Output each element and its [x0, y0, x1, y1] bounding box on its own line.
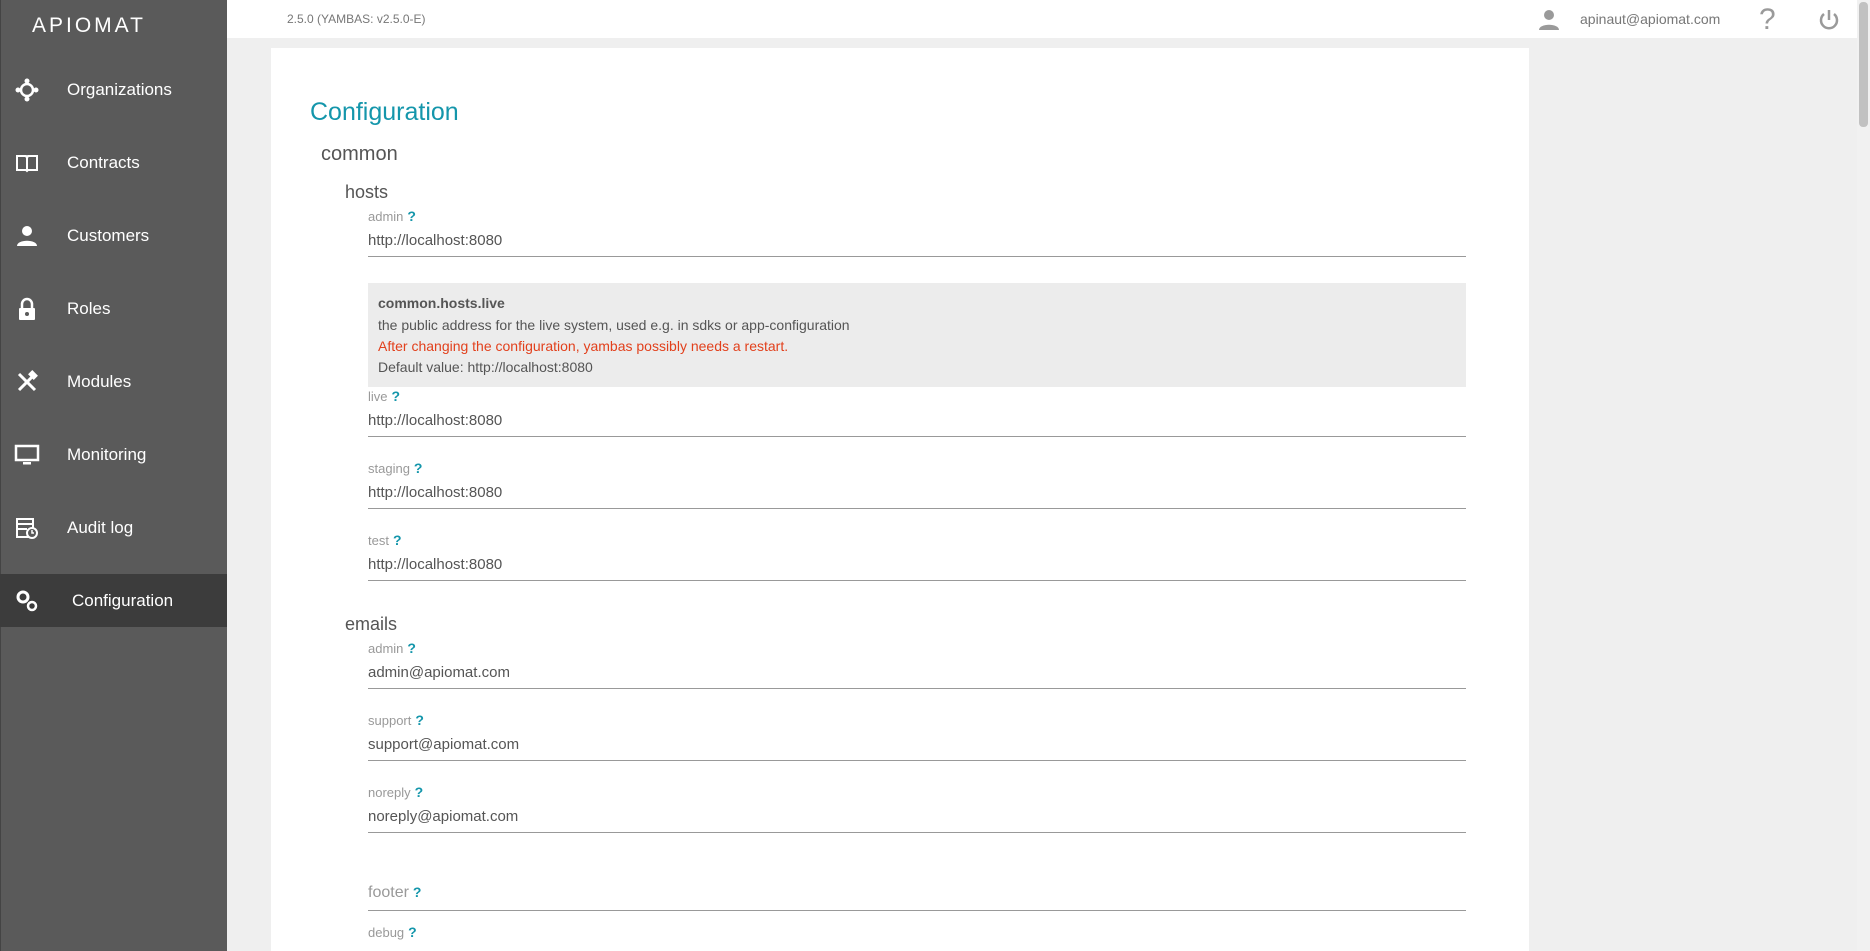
- tooltip-description: the public address for the live system, …: [378, 317, 850, 333]
- user-icon[interactable]: [1537, 8, 1561, 32]
- svg-text:APIOMAT: APIOMAT: [32, 14, 146, 36]
- sidebar-item-roles[interactable]: Roles: [0, 282, 227, 335]
- sidebar-item-configuration[interactable]: Configuration: [0, 574, 227, 627]
- apiomat-logo-icon: APIOMAT: [32, 14, 146, 37]
- field-hosts-staging: staging? http://localhost:8080: [368, 460, 1466, 509]
- field-label: footer: [368, 884, 409, 901]
- sidebar: APIOMAT Organizations Contracts Customer…: [0, 0, 227, 951]
- help-icon[interactable]: ?: [407, 208, 416, 224]
- help-icon[interactable]: ?: [413, 884, 422, 900]
- help-icon[interactable]: ?: [415, 712, 424, 728]
- monitor-icon: [14, 442, 40, 468]
- page-title: Configuration: [310, 98, 459, 126]
- field-label: debug: [368, 925, 405, 940]
- top-bar: 2.5.0 (YAMBAS: v2.5.0-E) apinaut@apiomat…: [227, 0, 1857, 38]
- field-label: test: [368, 533, 389, 548]
- field-emails-noreply: noreply? noreply@apiomat.com: [368, 784, 1466, 833]
- group-title-emails: emails: [345, 614, 398, 634]
- help-icon[interactable]: ?: [1759, 3, 1776, 37]
- sidebar-item-monitoring[interactable]: Monitoring: [0, 428, 227, 481]
- book-icon: [14, 150, 40, 176]
- help-icon[interactable]: ?: [415, 784, 424, 800]
- sidebar-item-label: Configuration: [72, 590, 174, 610]
- sidebar-item-organizations[interactable]: Organizations: [0, 63, 227, 116]
- sidebar-item-label: Audit log: [67, 517, 134, 537]
- version-label: 2.5.0 (YAMBAS: v2.5.0-E): [287, 12, 426, 26]
- field-label: admin: [368, 641, 404, 656]
- tooltip-default: Default value: http://localhost:8080: [378, 359, 593, 375]
- sidebar-item-modules[interactable]: Modules: [0, 355, 227, 408]
- field-hosts-live: live? http://localhost:8080: [368, 388, 1466, 437]
- sidebar-item-customers[interactable]: Customers: [0, 209, 227, 262]
- page-scrollbar[interactable]: [1857, 0, 1870, 951]
- apiomat-logo[interactable]: APIOMAT: [32, 12, 162, 37]
- hosts-live-input[interactable]: http://localhost:8080: [368, 406, 1466, 437]
- lock-icon: [14, 296, 40, 322]
- field-label: support: [368, 713, 412, 728]
- sidebar-item-label: Contracts: [67, 152, 140, 172]
- emails-admin-input[interactable]: admin@apiomat.com: [368, 658, 1466, 689]
- sidebar-item-label: Modules: [67, 371, 132, 391]
- help-icon[interactable]: ?: [408, 924, 417, 940]
- field-emails-admin: admin? admin@apiomat.com: [368, 640, 1466, 689]
- help-icon[interactable]: ?: [407, 640, 416, 656]
- help-icon[interactable]: ?: [393, 532, 402, 548]
- tooltip-title: common.hosts.live: [378, 295, 505, 311]
- organizations-icon: [14, 77, 40, 103]
- tools-icon: [14, 369, 40, 395]
- hosts-staging-input[interactable]: http://localhost:8080: [368, 478, 1466, 509]
- scrollbar-thumb[interactable]: [1859, 2, 1868, 127]
- sidebar-item-label: Roles: [67, 298, 111, 318]
- configuration-panel: Configuration common hosts admin? http:/…: [271, 48, 1529, 951]
- hosts-admin-input[interactable]: http://localhost:8080: [368, 226, 1466, 257]
- sidebar-item-label: Customers: [67, 225, 150, 245]
- field-label: live: [368, 389, 388, 404]
- audit-log-icon: [14, 515, 40, 541]
- tooltip-warning: After changing the configuration, yambas…: [378, 338, 789, 354]
- field-label: admin: [368, 209, 404, 224]
- logout-power-icon[interactable]: [1817, 8, 1841, 32]
- sidebar-item-label: Monitoring: [67, 444, 147, 464]
- emails-noreply-input[interactable]: noreply@apiomat.com: [368, 802, 1466, 833]
- field-label: noreply: [368, 785, 411, 800]
- sidebar-item-audit-log[interactable]: Audit log: [0, 501, 227, 554]
- field-hosts-admin: admin? http://localhost:8080: [368, 208, 1466, 257]
- person-icon: [14, 223, 40, 249]
- field-debug: debug?: [368, 924, 1466, 942]
- sidebar-item-contracts[interactable]: Contracts: [0, 136, 227, 189]
- emails-support-input[interactable]: support@apiomat.com: [368, 730, 1466, 761]
- help-icon[interactable]: ?: [414, 460, 423, 476]
- help-icon[interactable]: ?: [392, 388, 401, 404]
- group-title-hosts: hosts: [345, 182, 389, 202]
- field-hosts-test: test? http://localhost:8080: [368, 532, 1466, 581]
- field-label: staging: [368, 461, 410, 476]
- field-emails-support: support? support@apiomat.com: [368, 712, 1466, 761]
- gears-icon: [14, 588, 40, 614]
- hosts-test-input[interactable]: http://localhost:8080: [368, 550, 1466, 581]
- help-tooltip: common.hosts.live the public address for…: [368, 283, 1466, 387]
- section-title-common: common: [321, 143, 398, 165]
- footer-field[interactable]: footer?: [368, 884, 1466, 911]
- sidebar-item-label: Organizations: [67, 79, 172, 99]
- user-email[interactable]: apinaut@apiomat.com: [1580, 11, 1720, 27]
